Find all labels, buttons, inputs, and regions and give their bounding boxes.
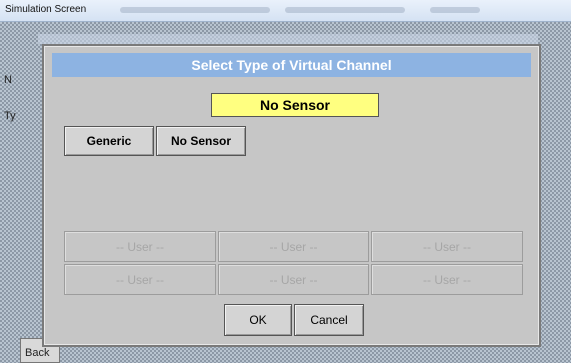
back-button-label: Back [25, 347, 50, 359]
background-header-strip [38, 34, 538, 44]
generic-button-label: Generic [86, 134, 132, 148]
user-button-r2-c1[interactable]: -- User -- [64, 264, 216, 295]
dialog-header: Select Type of Virtual Channel [52, 53, 531, 77]
user-button-label: -- User -- [116, 239, 164, 254]
no-sensor-button[interactable]: No Sensor [156, 126, 246, 156]
select-virtual-channel-dialog: Select Type of Virtual Channel No Sensor… [42, 44, 541, 347]
user-button-label: -- User -- [269, 239, 318, 254]
blurred-title-text [430, 7, 480, 13]
user-button-r1-c1[interactable]: -- User -- [64, 231, 216, 262]
selected-type-field: No Sensor [211, 93, 379, 117]
user-button-r1-c2[interactable]: -- User -- [218, 231, 369, 262]
blurred-title-text [285, 7, 405, 13]
dialog-title: Select Type of Virtual Channel [191, 57, 392, 73]
cancel-button[interactable]: Cancel [294, 304, 364, 336]
background-label: N [4, 74, 12, 86]
window-title: Simulation Screen [5, 4, 87, 15]
ok-button-label: OK [249, 313, 267, 327]
user-button-label: -- User -- [116, 272, 164, 287]
no-sensor-button-label: No Sensor [170, 134, 231, 148]
user-button-label: -- User -- [423, 272, 471, 287]
user-button-label: -- User -- [269, 272, 318, 287]
background-label: Ty [4, 110, 16, 122]
blurred-title-text [120, 7, 270, 13]
user-button-r2-c3[interactable]: -- User -- [371, 264, 523, 295]
user-button-r1-c3[interactable]: -- User -- [371, 231, 523, 262]
generic-button[interactable]: Generic [64, 126, 154, 156]
ok-button[interactable]: OK [224, 304, 292, 336]
selected-type-value: No Sensor [259, 97, 330, 113]
user-button-r2-c2[interactable]: -- User -- [218, 264, 369, 295]
cancel-button-label: Cancel [310, 313, 348, 327]
window-titlebar: Simulation Screen [0, 0, 571, 22]
user-button-label: -- User -- [423, 239, 471, 254]
